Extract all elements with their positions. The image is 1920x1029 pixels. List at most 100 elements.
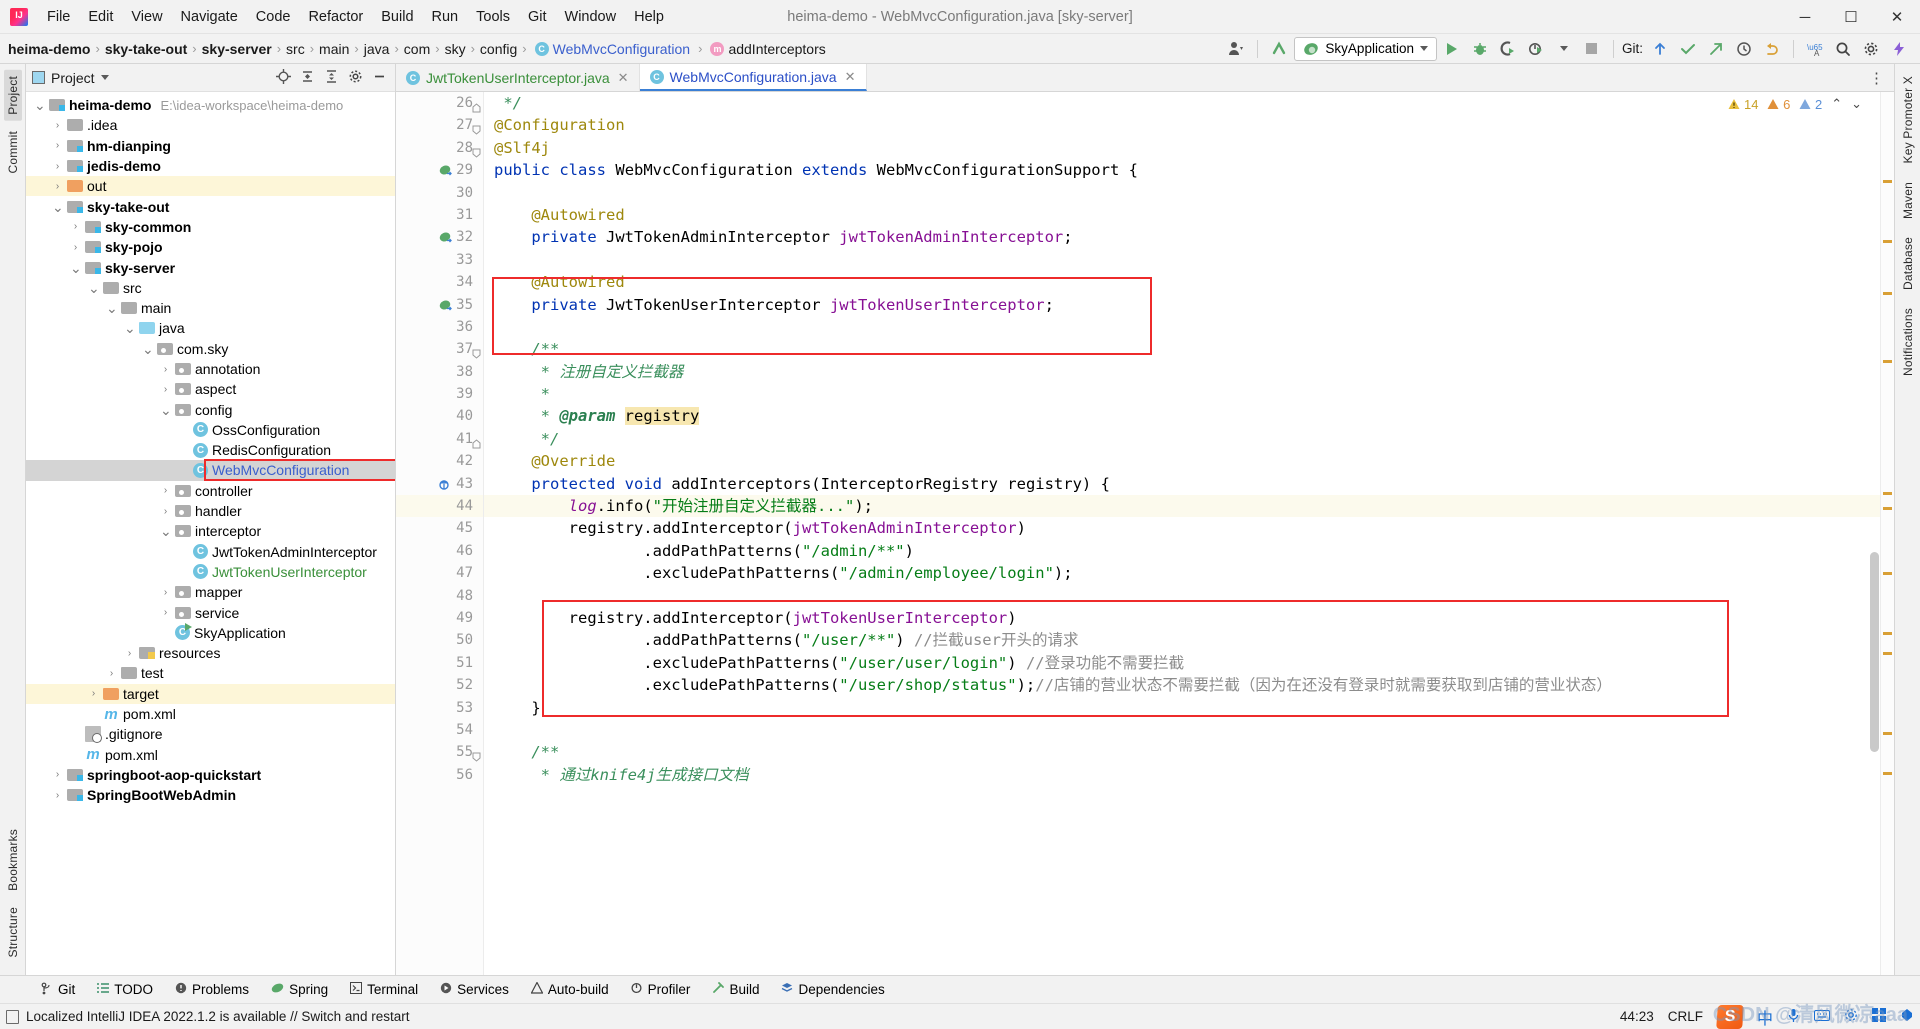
tree-node-ossconfiguration[interactable]: C OssConfiguration: [26, 420, 395, 440]
tree-node-controller[interactable]: › controller: [26, 481, 395, 501]
maximize-button[interactable]: ☐: [1828, 0, 1874, 34]
breadcrumb-class[interactable]: C WebMvcConfiguration: [532, 40, 693, 58]
tree-node-sky-take-out[interactable]: ⌄ sky-take-out: [26, 196, 395, 216]
fold-start-icon[interactable]: [472, 747, 481, 762]
code-viewport[interactable]: 26 27 28 29 30 31 32 33 34 35 36 37 38 39 40 41 42 43 44 45…: [396, 92, 1894, 975]
code-line[interactable]: private JwtTokenUserInterceptor jwtToken…: [484, 294, 1880, 316]
chevron-down-icon[interactable]: ⌄: [142, 342, 154, 356]
chevron-right-icon[interactable]: ›: [160, 587, 171, 598]
line-number[interactable]: 53: [396, 697, 483, 719]
breadcrumb-com[interactable]: com: [404, 41, 430, 57]
line-number[interactable]: 48: [396, 585, 483, 607]
editor-scrollbar-thumb[interactable]: [1870, 552, 1879, 752]
line-number[interactable]: 40: [396, 405, 483, 427]
line-number[interactable]: 36: [396, 316, 483, 338]
code-line[interactable]: /**: [484, 338, 1880, 360]
tree-node-resources[interactable]: › resources: [26, 643, 395, 663]
expand-all-icon[interactable]: [324, 69, 339, 87]
chevron-right-icon[interactable]: ›: [124, 648, 135, 659]
menu-build[interactable]: Build: [372, 6, 422, 28]
code-line[interactable]: [484, 182, 1880, 204]
line-number[interactable]: 44: [396, 495, 483, 518]
close-icon[interactable]: ✕: [618, 70, 629, 86]
bottom-tab-profiler[interactable]: Profiler: [620, 980, 702, 999]
menu-edit[interactable]: Edit: [79, 6, 122, 28]
line-number[interactable]: 33: [396, 249, 483, 271]
tree-node-interceptor[interactable]: ⌄ interceptor: [26, 521, 395, 541]
tree-node-skyapplication[interactable]: C SkyApplication: [26, 623, 395, 643]
fold-end-icon[interactable]: [472, 98, 481, 113]
chevron-right-icon[interactable]: ›: [52, 140, 63, 151]
tab-webmvcconfiguration[interactable]: C WebMvcConfiguration.java ✕: [639, 64, 867, 91]
code-line[interactable]: [484, 316, 1880, 338]
inspection-strip[interactable]: [1880, 92, 1894, 975]
fold-start-icon[interactable]: [472, 120, 481, 136]
tree-node-config[interactable]: ⌄ config: [26, 399, 395, 419]
line-number[interactable]: 30: [396, 182, 483, 204]
code-line[interactable]: [484, 249, 1880, 271]
menu-help[interactable]: Help: [625, 6, 673, 28]
chevron-right-icon[interactable]: ›: [88, 688, 99, 699]
chevron-right-icon[interactable]: ›: [106, 668, 117, 679]
history-icon[interactable]: [1731, 37, 1757, 61]
inspection-summary[interactable]: 14 6 2 ⌃ ⌄: [1728, 96, 1862, 112]
line-number[interactable]: 28: [396, 137, 483, 159]
chevron-down-icon[interactable]: [1551, 37, 1577, 61]
code-line[interactable]: protected void addInterceptors(Intercept…: [484, 473, 1880, 495]
microphone-icon[interactable]: [1787, 1008, 1800, 1026]
menu-file[interactable]: File: [38, 6, 79, 28]
chevron-down-icon[interactable]: [100, 75, 109, 80]
line-number[interactable]: 50: [396, 629, 483, 651]
menu-git[interactable]: Git: [519, 6, 556, 28]
profiler-icon[interactable]: [1523, 37, 1549, 61]
code-line[interactable]: }: [484, 697, 1880, 719]
code-line[interactable]: public class WebMvcConfiguration extends…: [484, 159, 1880, 181]
search-icon[interactable]: [1830, 37, 1856, 61]
editor-options-icon[interactable]: ⋮: [1859, 64, 1894, 91]
tree-node-target[interactable]: › target: [26, 683, 395, 704]
bottom-tab-services[interactable]: Services: [429, 980, 520, 999]
chevron-right-icon[interactable]: ›: [160, 364, 171, 375]
chevron-right-icon[interactable]: ›: [70, 242, 81, 253]
breadcrumb-sky-take-out[interactable]: sky-take-out: [105, 41, 187, 57]
line-number[interactable]: 45: [396, 517, 483, 539]
rail-item-key-promoter[interactable]: Key Promoter X: [1899, 70, 1917, 170]
bottom-tab-todo[interactable]: TODO: [86, 980, 164, 999]
bottom-tab-terminal[interactable]: Terminal: [339, 980, 429, 999]
code-line[interactable]: @Autowired: [484, 204, 1880, 226]
tree-node-heima-demo[interactable]: ⌄ heima-demo E:\idea-workspace\heima-demo: [26, 95, 395, 115]
line-number[interactable]: 37: [396, 338, 483, 360]
code-line[interactable]: .excludePathPatterns("/user/shop/status"…: [484, 674, 1880, 696]
user-profile-icon[interactable]: [1223, 37, 1249, 61]
fold-end-icon[interactable]: [472, 434, 481, 449]
chevron-down-icon[interactable]: ⌄: [52, 200, 64, 214]
code-line[interactable]: *: [484, 383, 1880, 405]
bottom-tab-spring[interactable]: Spring: [260, 980, 339, 999]
line-number[interactable]: 55: [396, 741, 483, 763]
close-icon[interactable]: ✕: [845, 69, 856, 85]
rail-item-bookmarks[interactable]: Bookmarks: [4, 823, 22, 897]
line-number[interactable]: 47: [396, 562, 483, 584]
keyboard-icon[interactable]: [1814, 1009, 1830, 1025]
line-number[interactable]: 54: [396, 719, 483, 741]
tree-node--gitignore[interactable]: .gitignore: [26, 724, 395, 744]
line-number[interactable]: 51: [396, 652, 483, 674]
tree-node-webmvcconfiguration[interactable]: C WebMvcConfiguration: [26, 460, 395, 481]
tree-node-jwttokenuserinterceptor[interactable]: C JwtTokenUserInterceptor: [26, 562, 395, 582]
chevron-right-icon[interactable]: ›: [52, 790, 63, 801]
tree-node-com-sky[interactable]: ⌄ com.sky: [26, 339, 395, 359]
stop-icon[interactable]: [1579, 37, 1605, 61]
tree-node-src[interactable]: ⌄ src: [26, 278, 395, 298]
chevron-right-icon[interactable]: ›: [160, 485, 171, 496]
code-line[interactable]: */: [484, 92, 1880, 114]
line-separator[interactable]: CRLF: [1668, 1009, 1703, 1024]
code-line[interactable]: @Slf4j: [484, 137, 1880, 159]
bottom-tab-git[interactable]: Git: [30, 980, 86, 1000]
code-line[interactable]: registry.addInterceptor(jwtTokenUserInte…: [484, 607, 1880, 629]
line-number[interactable]: 46: [396, 540, 483, 562]
code-line[interactable]: [484, 585, 1880, 607]
chevron-down-icon[interactable]: ⌄: [88, 281, 100, 295]
menu-refactor[interactable]: Refactor: [299, 6, 372, 28]
menu-view[interactable]: View: [122, 6, 171, 28]
line-number-gutter[interactable]: 26 27 28 29 30 31 32 33 34 35 36 37 38 39 40 41 42 43 44 45…: [396, 92, 484, 975]
